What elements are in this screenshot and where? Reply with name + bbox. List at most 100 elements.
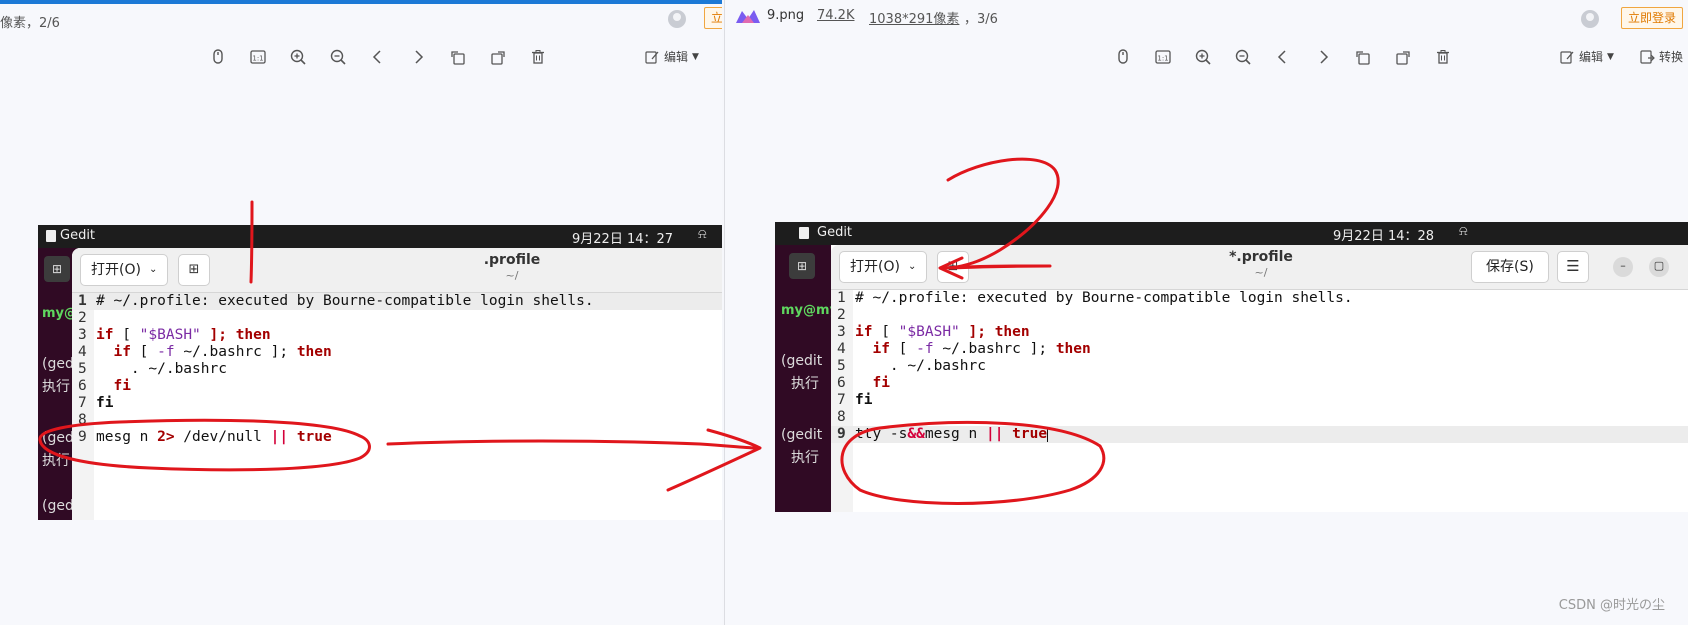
terminal-text: (gedit	[781, 353, 823, 369]
new-tab-icon[interactable]: ⊞	[789, 253, 815, 279]
code-line: mesg n 2> /dev/null || true	[96, 429, 332, 445]
gedit-app-icon	[46, 230, 56, 242]
code-line: # ~/.profile: executed by Bourne-compati…	[855, 290, 1353, 306]
document-title: *.profile ~/	[1191, 249, 1331, 279]
zoom-in-icon[interactable]	[1183, 44, 1223, 70]
prev-icon[interactable]	[1263, 44, 1303, 70]
system-top-bar: Gedit 9月22日 14：28 ⍾	[775, 222, 1688, 245]
save-button[interactable]: 保存(S)	[1471, 251, 1549, 283]
mouse-icon[interactable]	[1103, 44, 1143, 70]
line-number: 3	[837, 324, 846, 340]
user-avatar[interactable]	[1581, 10, 1599, 28]
gedit-app-icon	[799, 227, 809, 239]
bell-icon: ⍾	[1459, 224, 1468, 239]
line-number: 9	[837, 426, 846, 442]
file-counter: ，3/6	[964, 12, 998, 27]
gedit-window: 打开(O) ⌄ ⊞ .profile ~/ 1 # ~/.profile: execu…	[72, 248, 722, 520]
gedit-headerbar: 打开(O) ⌄ ⊞ .profile ~/	[72, 248, 722, 293]
actual-size-icon[interactable]: 1:1	[238, 44, 278, 70]
line-number: 4	[78, 344, 87, 360]
svg-text:1:1: 1:1	[1157, 55, 1168, 63]
code-editor[interactable]: 1 # ~/.profile: executed by Bourne-compat…	[72, 293, 722, 520]
edit-icon	[645, 50, 659, 64]
delete-icon[interactable]	[1423, 44, 1463, 70]
new-document-button[interactable]: ⊞	[178, 254, 210, 286]
zoom-out-icon[interactable]	[318, 44, 358, 70]
rotate-right-icon[interactable]	[478, 44, 518, 70]
open-label: 打开(O)	[91, 262, 141, 278]
document-title: .profile ~/	[452, 252, 572, 282]
gedit-screenshot-before: Gedit 9月22日 14：27 ⍾ ⊞ my@my- (gedit 执行 (…	[38, 225, 722, 520]
login-button[interactable]: 立即登录	[1621, 7, 1684, 29]
next-icon[interactable]	[398, 44, 438, 70]
open-button[interactable]: 打开(O) ⌄	[80, 254, 169, 286]
rotate-right-icon[interactable]	[1383, 44, 1423, 70]
next-icon[interactable]	[1303, 44, 1343, 70]
file-size[interactable]: 74.2K	[817, 8, 854, 23]
edit-icon	[1560, 50, 1574, 64]
left-image-viewer: 像素，2/6 立 1:1 编辑 ▼ Gedit 9月22日 14：27 ⍾ ⊞ …	[0, 0, 722, 625]
zoom-in-icon[interactable]	[278, 44, 318, 70]
maximize-icon[interactable]: ▢	[1649, 257, 1669, 277]
file-info: 像素，2/6	[0, 16, 60, 31]
zoom-out-icon[interactable]	[1223, 44, 1263, 70]
edit-label: 编辑	[1579, 50, 1604, 64]
doc-path: ~/	[505, 269, 519, 282]
viewer-header: 9.png 74.2K 1038*291像素 ，3/6 立即登录	[725, 0, 1688, 34]
convert-icon	[1640, 49, 1655, 64]
delete-icon[interactable]	[518, 44, 558, 70]
terminal-text: (gedit	[781, 427, 823, 443]
watermark: CSDN @时光の尘	[1558, 598, 1665, 613]
new-tab-icon[interactable]: ⊞	[44, 256, 70, 282]
rotate-left-icon[interactable]	[438, 44, 478, 70]
open-button[interactable]: 打开(O) ⌄	[839, 251, 928, 283]
new-document-button[interactable]: ⊞	[937, 251, 969, 283]
code-line: if [ -f ~/.bashrc ]; then	[872, 341, 1091, 357]
code-line: if [ "$BASH" ]; then	[96, 327, 271, 343]
open-label: 打开(O)	[850, 259, 900, 275]
code-line: # ~/.profile: executed by Bourne-compati…	[96, 293, 594, 309]
edit-menu[interactable]: 编辑 ▼	[1559, 48, 1614, 65]
system-top-bar: Gedit 9月22日 14：27 ⍾	[38, 225, 722, 248]
edit-menu[interactable]: 编辑 ▼	[644, 48, 699, 65]
login-button[interactable]: 立	[704, 7, 722, 29]
line-number: 4	[837, 341, 846, 357]
edit-label: 编辑	[664, 50, 689, 64]
mouse-icon[interactable]	[198, 44, 238, 70]
minimize-icon[interactable]: –	[1613, 257, 1633, 277]
terminal-text: 执行	[42, 379, 70, 395]
gedit-screenshot-after: Gedit 9月22日 14：28 ⍾ ⊞ my@my- (gedit 执行 (…	[775, 222, 1688, 512]
viewer-header: 像素，2/6 立	[0, 0, 722, 34]
gedit-headerbar: 打开(O) ⌄ ⊞ *.profile ~/ 保存(S) ☰ – ▢	[831, 245, 1688, 290]
app-name: Gedit	[817, 225, 853, 240]
code-line: tty -s&&mesg n || true	[855, 426, 1049, 442]
doc-title: *.profile	[1229, 249, 1293, 265]
actual-size-icon[interactable]: 1:1	[1143, 44, 1183, 70]
convert-menu[interactable]: 转换	[1639, 48, 1683, 65]
code-line: fi	[113, 378, 131, 394]
prev-icon[interactable]	[358, 44, 398, 70]
bell-icon: ⍾	[698, 227, 707, 242]
doc-title: .profile	[483, 252, 541, 268]
hamburger-menu-icon[interactable]: ☰	[1557, 251, 1589, 283]
file-name: 9.png	[767, 8, 805, 23]
code-line: . ~/.bashrc	[855, 358, 986, 374]
line-number: 1	[78, 293, 87, 309]
line-number: 1	[837, 290, 846, 306]
viewer-toolbar: 1:1	[198, 44, 558, 70]
app-name: Gedit	[60, 228, 96, 243]
svg-text:1:1: 1:1	[252, 55, 263, 63]
user-avatar[interactable]	[668, 10, 686, 28]
chevron-down-icon: ⌄	[907, 261, 917, 272]
text-cursor	[1047, 426, 1049, 442]
line-number: 8	[837, 409, 846, 425]
code-line: fi	[855, 392, 873, 408]
file-dimensions[interactable]: 1038*291像素	[869, 8, 959, 27]
code-editor[interactable]: 1 # ~/.profile: executed by Bourne-compat…	[831, 290, 1688, 512]
code-line: if [ "$BASH" ]; then	[855, 324, 1030, 340]
terminal-background: ⊞ my@my- (gedit 执行 (gedit 执行	[775, 245, 843, 512]
chevron-down-icon: ⌄	[148, 264, 158, 275]
code-line: fi	[872, 375, 890, 391]
rotate-left-icon[interactable]	[1343, 44, 1383, 70]
terminal-text: 执行	[791, 376, 819, 392]
